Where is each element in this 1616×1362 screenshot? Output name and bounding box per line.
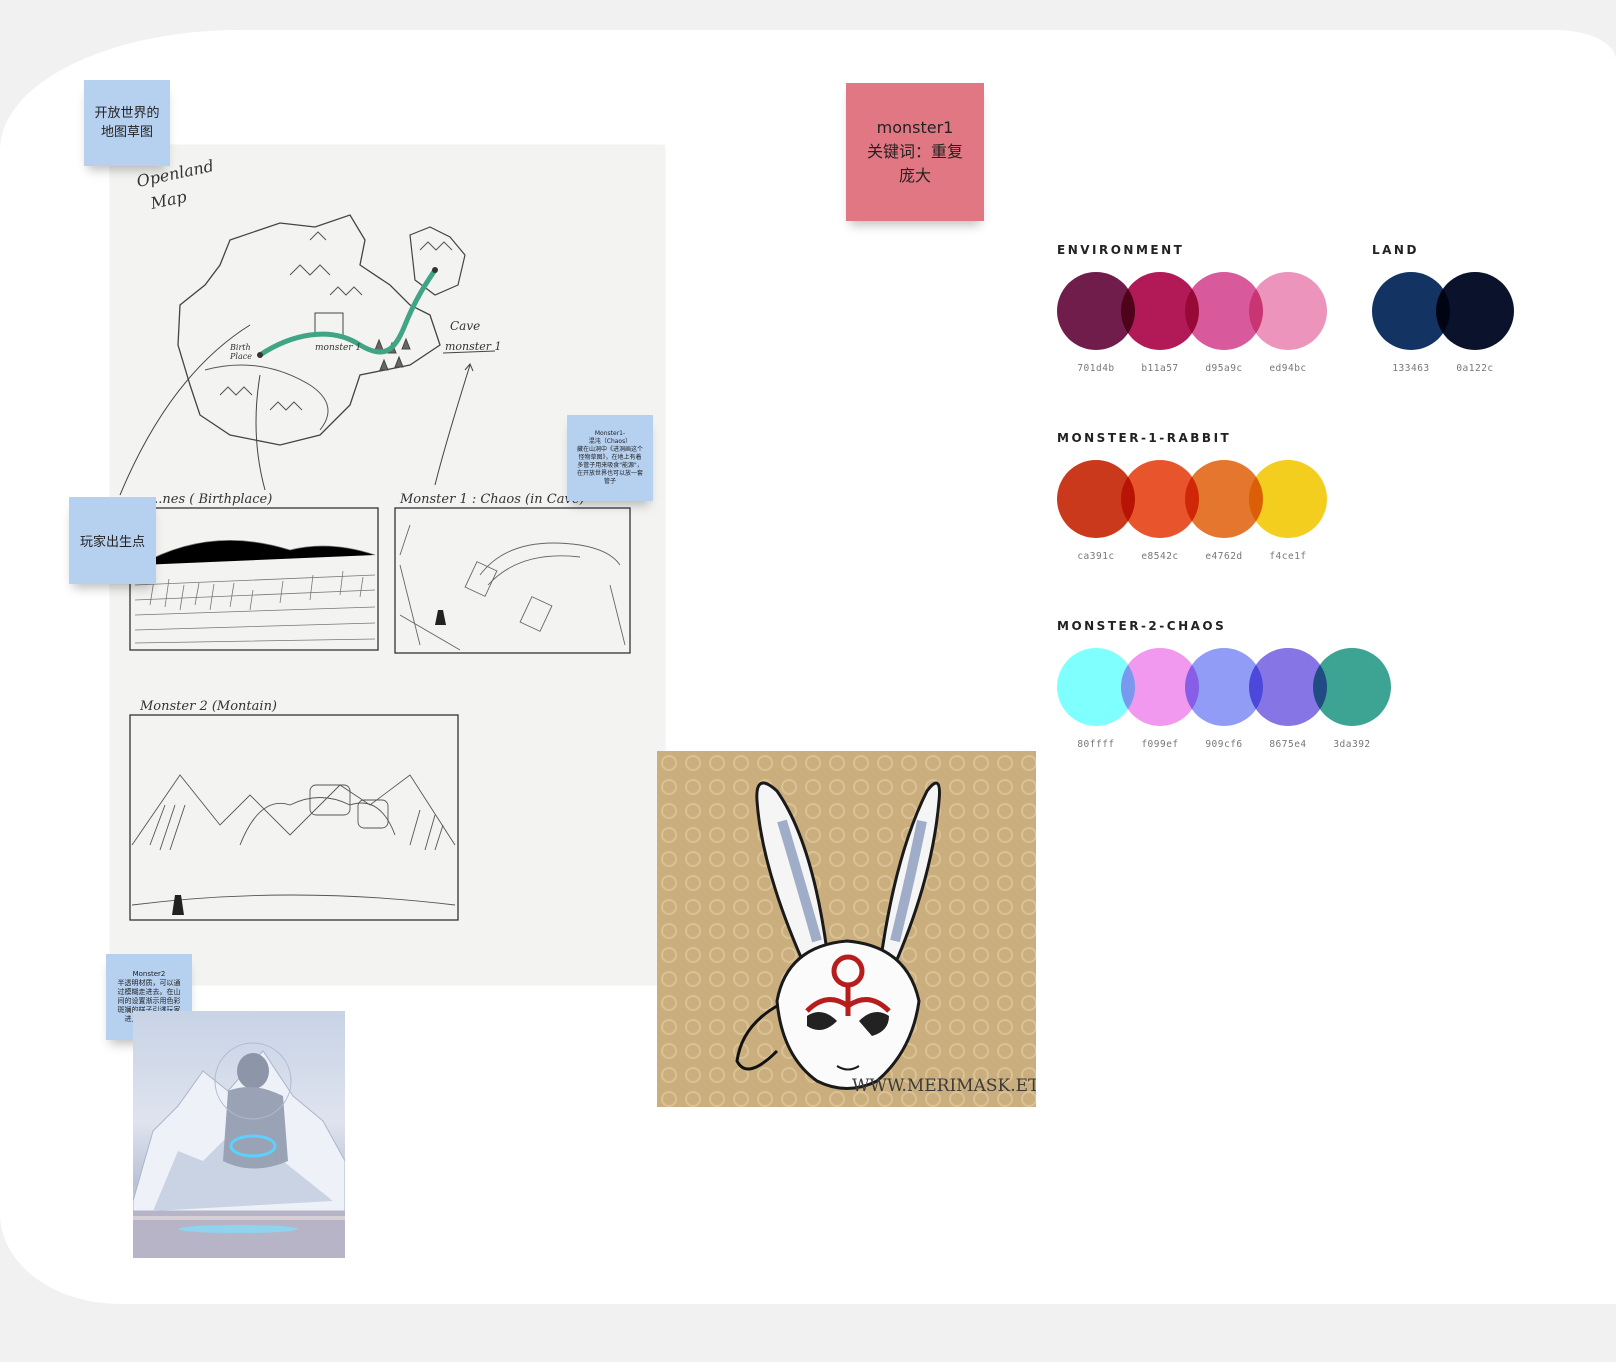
color-code-label: 0a122c	[1456, 363, 1494, 374]
color-code-label: 909cf6	[1205, 739, 1243, 750]
color-code-label: ca391c	[1077, 551, 1115, 562]
color-code-label: 701d4b	[1077, 363, 1115, 374]
panel3-mountains	[131, 774, 456, 906]
panel1-hatching	[134, 539, 376, 644]
birth-place-label: Birth Place	[229, 343, 252, 361]
panel3-label: Monster 2 (Montain)	[139, 699, 277, 714]
rabbit-mask-art: WWW.MERIMASK.ETSY.COM	[657, 751, 1036, 1107]
openland-map-sketch[interactable]: Openland Map Birth Place monster 1 Cave m…	[110, 145, 665, 985]
color-swatch[interactable]	[1436, 272, 1514, 350]
sketch-title-line2: Map	[148, 187, 188, 213]
color-code-label: 80ffff	[1077, 739, 1115, 750]
color-code-label: e8542c	[1141, 551, 1179, 562]
sticky-map-sketch[interactable]: 开放世界的 地图草图	[84, 80, 170, 166]
sketch-drawing: Openland Map Birth Place monster 1 Cave m…	[119, 156, 631, 921]
monster1-map-label: monster 1	[315, 343, 361, 353]
panel2-pipes	[399, 524, 626, 651]
color-code-label: 3da392	[1333, 739, 1371, 750]
color-swatch[interactable]	[1313, 648, 1391, 726]
color-code-label: e4762d	[1205, 551, 1243, 562]
palette-title: MONSTER-1-RABBIT	[1057, 431, 1232, 445]
color-code-label: 133463	[1392, 363, 1430, 374]
palette-title: MONSTER-2-CHAOS	[1057, 619, 1227, 633]
monster2-reference-photo[interactable]	[133, 1011, 345, 1258]
color-swatch[interactable]	[1249, 272, 1327, 350]
mountain-marks	[219, 231, 453, 411]
palette-title: ENVIRONMENT	[1057, 243, 1185, 257]
rabbit-mask-reference-photo[interactable]: WWW.MERIMASK.ETSY.COM	[657, 751, 1036, 1107]
monster2-photo-art	[133, 1042, 345, 1258]
panel2-label: Monster 1 : Chaos (in Cave)	[399, 492, 585, 507]
color-code-label: d95a9c	[1205, 363, 1243, 374]
cave-label: Cave	[450, 319, 480, 333]
color-swatch[interactable]	[1249, 460, 1327, 538]
sticky-player-birthplace[interactable]: 玩家出生点	[69, 497, 156, 584]
mask-watermark: WWW.MERIMASK.ETSY.COM	[852, 1076, 1036, 1096]
color-code-label: 8675e4	[1269, 739, 1307, 750]
color-code-label: ed94bc	[1269, 363, 1307, 374]
sticky-monster1-note[interactable]: Monster1- 混沌（Chaos） 藏在山洞中《进洞画这个 怪物草图》，在地…	[567, 415, 653, 501]
color-code-label: b11a57	[1141, 363, 1179, 374]
palette-title: LAND	[1372, 243, 1419, 257]
color-code-label: f4ce1f	[1269, 551, 1307, 562]
panel1-label: ...nes ( Birthplace)	[150, 492, 272, 507]
color-code-label: f099ef	[1141, 739, 1179, 750]
sticky-monster1-keywords[interactable]: monster1 关键词：重复 庞大	[846, 83, 984, 221]
